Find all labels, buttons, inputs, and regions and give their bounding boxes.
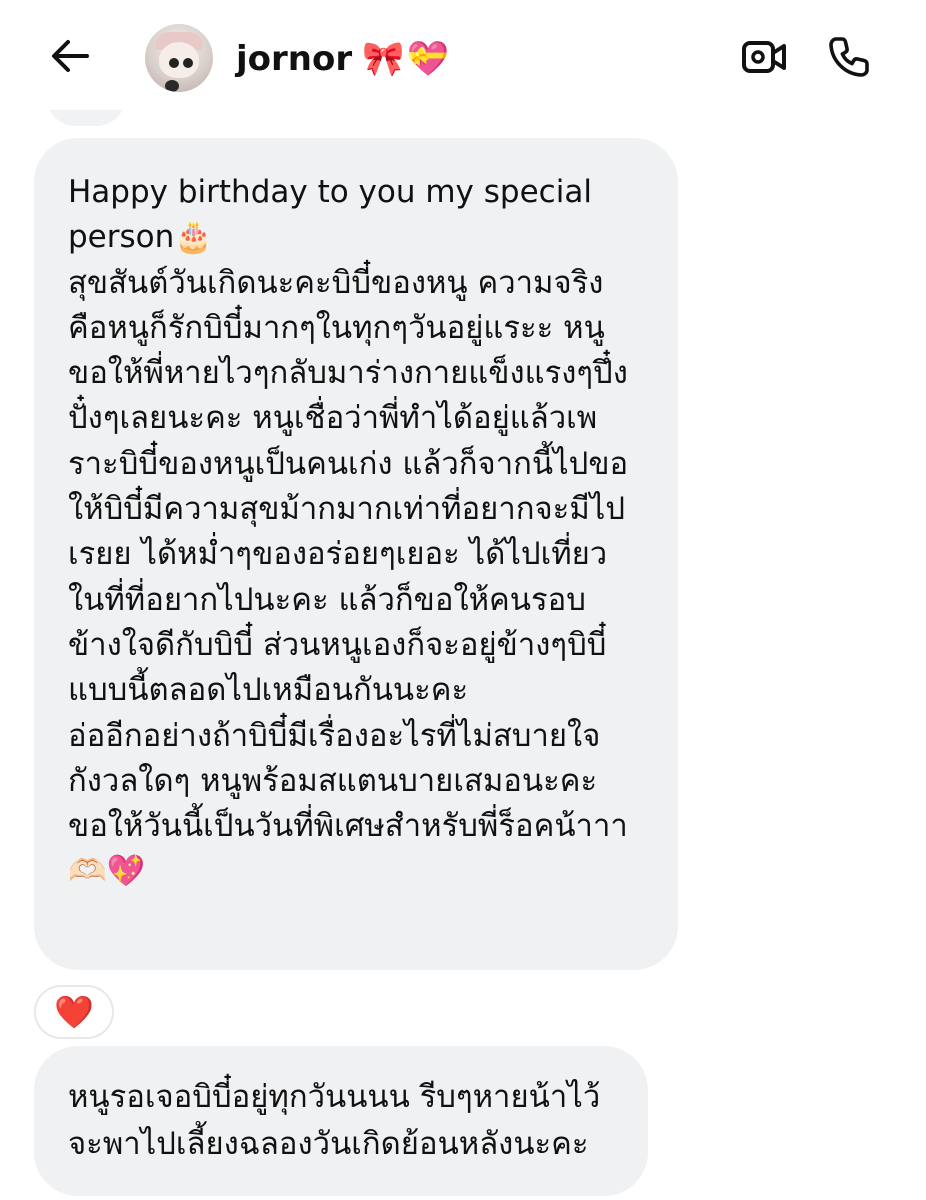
arrow-left-icon [50,39,90,77]
message-text: Happy birthday to you my special person🎂… [68,174,629,890]
message-bubble[interactable]: Happy birthday to you my special person🎂… [34,138,678,970]
chat-username[interactable]: jornor 🎀💝 [236,34,451,84]
video-camera-icon [741,38,787,80]
heart-icon: ❤️ [54,993,94,1031]
message-bubble[interactable]: หนูรอเจอบิบี๋อยู่ทุกวันนนน รีบๆหายน้าไว้… [34,1046,648,1196]
video-call-button[interactable] [738,34,790,84]
username-emojis: 🎀💝 [362,39,451,79]
heart-reaction[interactable]: ❤️ [34,985,114,1039]
avatar[interactable] [145,24,213,92]
chat-header: jornor 🎀💝 [0,0,926,118]
voice-call-button[interactable] [822,32,876,86]
back-button[interactable] [40,32,100,84]
phone-icon [827,35,871,83]
message-text: หนูรอเจอบิบี๋อยู่ทุกวันนนน รีบๆหายน้าไว้… [68,1079,601,1162]
username-text: jornor [236,39,353,79]
